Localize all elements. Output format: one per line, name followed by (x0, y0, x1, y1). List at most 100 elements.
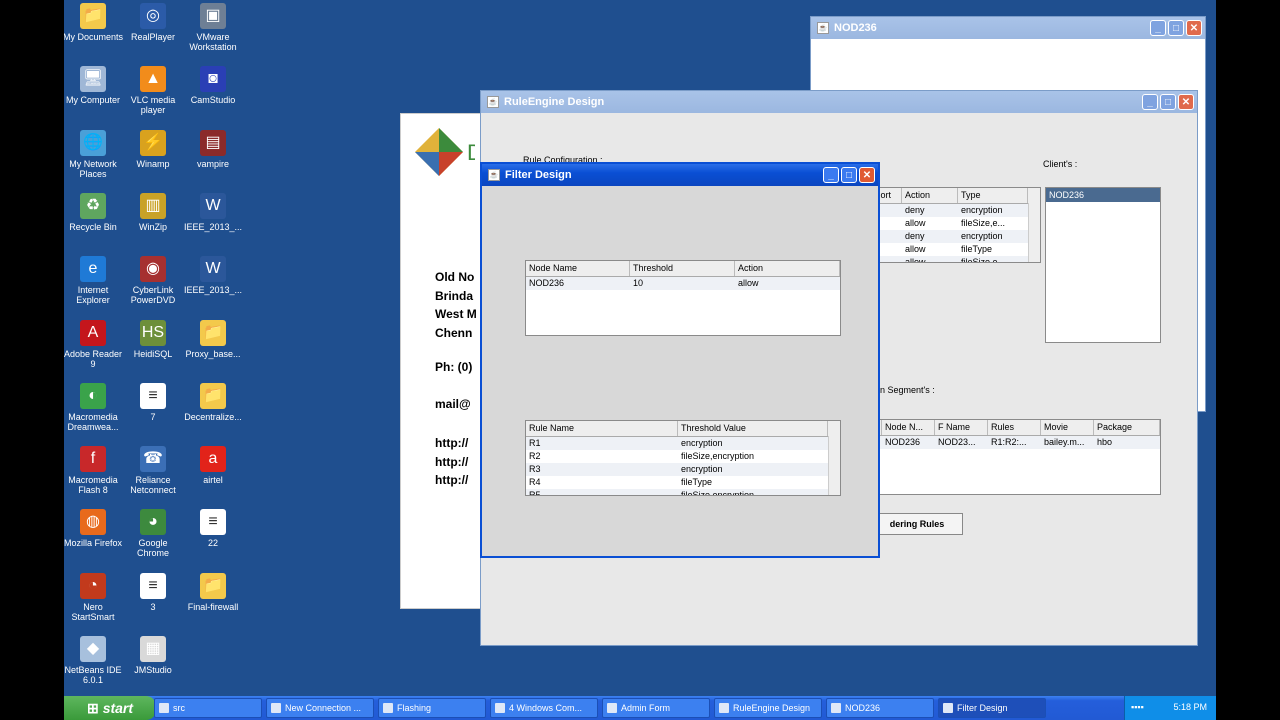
desktop-icon-final-firewall[interactable]: 📁 Final-firewall (182, 572, 244, 612)
table-row[interactable]: R1 encryption (526, 437, 840, 450)
taskbar-item[interactable]: src (154, 698, 262, 718)
column-header[interactable]: Threshold Value (678, 421, 828, 436)
ordering-rules-button[interactable]: dering Rules (871, 513, 963, 535)
column-header[interactable]: Type (958, 188, 1028, 203)
clients-label: Client's : (1043, 159, 1078, 169)
desktop-icon-dreamweaver[interactable]: ◐ Macromedia Dreamwea... (64, 382, 124, 432)
desktop-icon-cyberlink[interactable]: ◉ CyberLink PowerDVD (122, 256, 184, 305)
minimize-button[interactable]: _ (823, 167, 839, 183)
desktop-icon-camstudio[interactable]: ◙ CamStudio (182, 66, 244, 105)
table-row[interactable]: 57denyencryption (862, 230, 1040, 243)
column-header[interactable]: Rules (988, 420, 1041, 435)
start-button[interactable]: ⊞ start (64, 696, 156, 720)
desktop-icon-heidisql[interactable]: HS HeidiSQL (122, 319, 184, 359)
table-row[interactable]: NOD236 NOD23... R1:R2:... bailey.m... hbo (862, 436, 1160, 449)
maximize-button[interactable]: □ (1160, 94, 1176, 110)
column-header[interactable]: Action (902, 188, 958, 203)
web-link[interactable]: http:// (435, 471, 468, 490)
rule-engine-titlebar[interactable]: ☕ RuleEngine Design _ □ ✕ (481, 91, 1197, 113)
web-link[interactable]: http:// (435, 453, 468, 472)
desktop-icon-twentytwo[interactable]: ≡ 22 (182, 509, 244, 548)
desktop-icon-ieee-1[interactable]: W IEEE_2013_... (182, 192, 244, 232)
java-icon: ☕ (817, 22, 829, 34)
desktop-icon-flash[interactable]: f Macromedia Flash 8 (64, 446, 124, 495)
minimize-button[interactable]: _ (1142, 94, 1158, 110)
desktop-icon-my-documents[interactable]: 📁 My Documents (64, 3, 124, 42)
table-row[interactable]: 57allowfileSize,e... (862, 217, 1040, 230)
desktop-icon-label: HeidiSQL (133, 348, 173, 359)
column-header[interactable]: Node Name (526, 261, 630, 276)
table-cell: R1 (529, 438, 541, 448)
folder-docs-icon: 📁 (80, 3, 106, 29)
desktop-icon-my-computer[interactable]: 🖥 My Computer (64, 66, 124, 105)
table-row[interactable]: R2 fileSize,encryption (526, 450, 840, 463)
desktop-icon-three[interactable]: ≡ 3 (122, 572, 184, 612)
vmware-icon: ▣ (200, 3, 226, 29)
nod236-titlebar[interactable]: ☕ NOD236 _ □ ✕ (811, 17, 1205, 39)
web-link[interactable]: http:// (435, 434, 468, 453)
column-header[interactable]: Movie (1041, 420, 1094, 435)
filter-design-titlebar[interactable]: ☕ Filter Design _ □ ✕ (482, 164, 878, 186)
desktop-icon-winzip[interactable]: ▥ WinZip (122, 192, 184, 232)
desktop-icon-chrome[interactable]: ◕ Google Chrome (122, 509, 184, 558)
node-threshold-table[interactable]: Node Name Threshold Action NOD236 10 allow (525, 260, 841, 336)
segment-table[interactable]: Node N... F Name Rules Movie Package NOD236 N… (861, 419, 1161, 495)
taskbar-item[interactable]: RuleEngine Design (714, 698, 822, 718)
close-button[interactable]: ✕ (859, 167, 875, 183)
desktop-icon-winamp[interactable]: ⚡ Winamp (122, 129, 184, 169)
taskbar-item[interactable]: Flashing (378, 698, 486, 718)
desktop-icon-ie[interactable]: e Internet Explorer (64, 256, 124, 305)
taskbar-item[interactable]: New Connection ... (266, 698, 374, 718)
minimize-button[interactable]: _ (1150, 20, 1166, 36)
desktop-icon-ieee-2[interactable]: W IEEE_2013_... (182, 256, 244, 295)
table-scrollbar[interactable] (1028, 203, 1040, 262)
desktop-icon-vampire[interactable]: ▤ vampire (182, 129, 244, 169)
table-row[interactable]: R5 fileSize,encryption (526, 489, 840, 495)
desktop-icon-seven[interactable]: ≡ 7 (122, 382, 184, 422)
taskbar-item[interactable]: Admin Form (602, 698, 710, 718)
nero-icon: ◔ (80, 572, 106, 599)
column-header[interactable]: Action (735, 261, 840, 276)
column-header[interactable]: Node N... (882, 420, 935, 435)
table-row[interactable]: allow fileSize,e... (862, 256, 1040, 262)
client-item[interactable]: NOD236 (1046, 188, 1160, 202)
desktop-icon-label: RealPlayer (130, 32, 176, 42)
table-row[interactable]: R4 fileType (526, 476, 840, 489)
close-button[interactable]: ✕ (1178, 94, 1194, 110)
desktop-icon-proxy[interactable]: 📁 Proxy_base... (182, 319, 244, 359)
table-row[interactable]: allow fileType (862, 243, 1040, 256)
desktop-icon-vmware[interactable]: ▣ VMware Workstation (182, 3, 244, 52)
desktop-icon-decentralize[interactable]: 📁 Decentralize... (182, 382, 244, 422)
desktop-icon-reliance[interactable]: ☎ Reliance Netconnect (122, 446, 184, 495)
taskbar-item[interactable]: NOD236 (826, 698, 934, 718)
desktop-icon-adobe[interactable]: A Adobe Reader 9 (64, 319, 124, 369)
clients-list[interactable]: NOD236 (1045, 187, 1161, 343)
column-header[interactable]: F Name (935, 420, 988, 435)
table-scrollbar[interactable] (828, 436, 840, 495)
column-header[interactable]: Threshold (630, 261, 735, 276)
desktop-icon-nero[interactable]: ◔ Nero StartSmart (64, 572, 124, 622)
desktop-icon-recycle-bin[interactable]: ♻ Recycle Bin (64, 192, 124, 232)
table-row[interactable]: NOD236 10 allow (526, 277, 840, 290)
maximize-button[interactable]: □ (1168, 20, 1184, 36)
maximize-button[interactable]: □ (841, 167, 857, 183)
taskbar-item[interactable]: Filter Design (938, 698, 1046, 718)
column-header[interactable]: Package (1094, 420, 1160, 435)
rule-config-table[interactable]: st PortActionType 57denyencryption57allo… (861, 187, 1041, 263)
desktop-icon-firefox[interactable]: ◍ Mozilla Firefox (64, 509, 124, 548)
desktop-icon-label: IEEE_2013_... (183, 285, 243, 296)
network-icon: 🌐 (80, 129, 106, 156)
desktop-icon-netbeans[interactable]: ◆ NetBeans IDE 6.0.1 (64, 636, 124, 685)
java-icon (719, 703, 729, 713)
desktop-icon-airtel[interactable]: a airtel (182, 446, 244, 485)
table-row[interactable]: 57denyencryption (862, 204, 1040, 217)
column-header[interactable]: Rule Name (526, 421, 678, 436)
desktop-icon-vlc[interactable]: ▲ VLC media player (122, 66, 184, 115)
close-button[interactable]: ✕ (1186, 20, 1202, 36)
taskbar-item[interactable]: 4 Windows Com... (490, 698, 598, 718)
rule-threshold-table[interactable]: Rule Name Threshold Value R1 encryption R2 f… (525, 420, 841, 496)
table-row[interactable]: R3 encryption (526, 463, 840, 476)
desktop-icon-realplayer[interactable]: ◎ RealPlayer (122, 3, 184, 42)
desktop-icon-my-network[interactable]: 🌐 My Network Places (64, 129, 124, 179)
desktop-icon-jmstudio[interactable]: ▦ JMStudio (122, 636, 184, 675)
